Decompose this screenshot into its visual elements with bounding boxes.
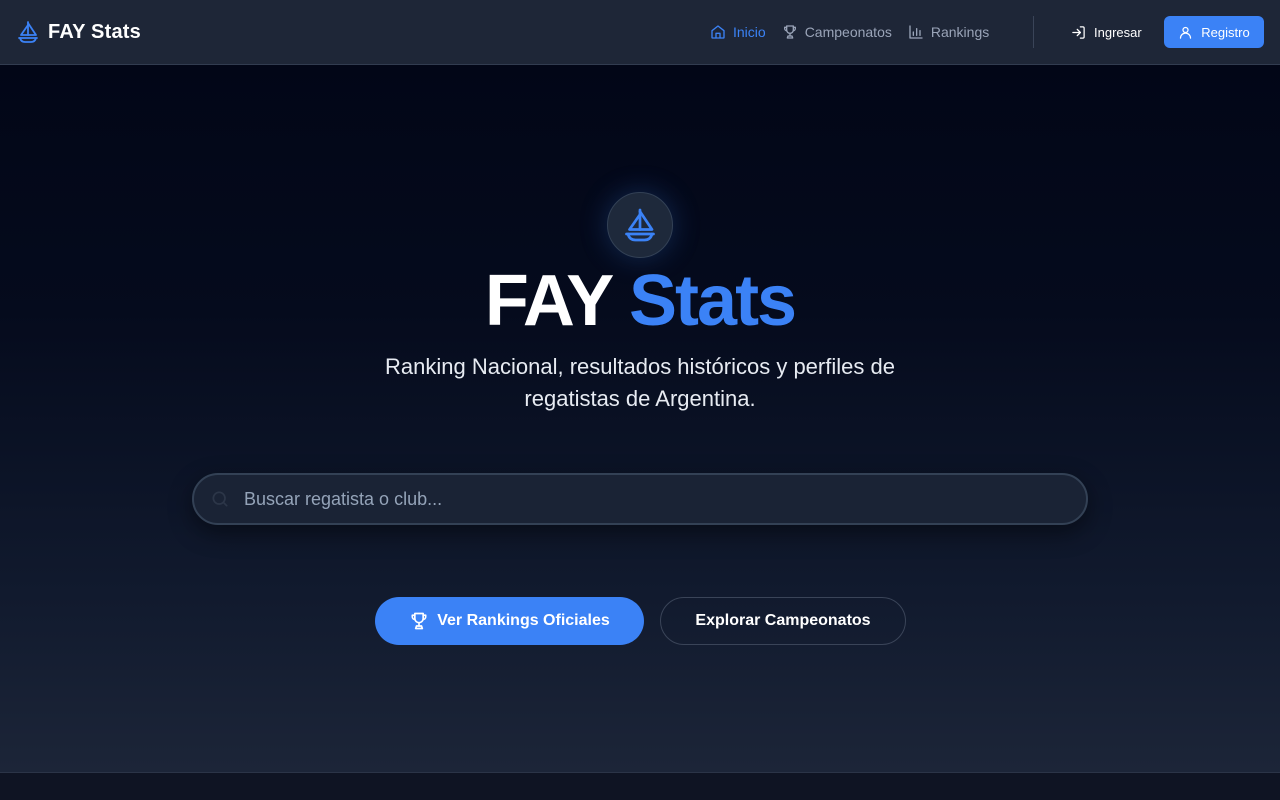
- nav-item-inicio[interactable]: Inicio: [710, 24, 766, 40]
- nav-item-rankings[interactable]: Rankings: [908, 24, 989, 40]
- explore-championships-label: Explorar Campeonatos: [695, 612, 871, 629]
- nav-item-label: Campeonatos: [804, 24, 892, 40]
- search-icon: [212, 491, 228, 507]
- home-icon: [711, 25, 725, 39]
- explore-championships-button[interactable]: Explorar Campeonatos: [660, 597, 906, 645]
- login-label: Ingresar: [1094, 24, 1142, 40]
- main-nav: Inicio Campeonatos Rankings: [710, 20, 989, 44]
- trophy-icon: [411, 612, 427, 630]
- nav-item-campeonatos[interactable]: Campeonatos: [782, 24, 892, 40]
- brand-logo-link[interactable]: FAY Stats: [16, 19, 141, 45]
- login-icon: [1072, 25, 1085, 39]
- nav-divider: [1033, 16, 1034, 48]
- top-navbar: FAY Stats Inicio Campeonatos Rankings In…: [0, 0, 1280, 65]
- login-button[interactable]: Ingresar: [1062, 16, 1151, 48]
- sailboat-icon: [18, 21, 38, 43]
- hero-title: FAY Stats: [0, 261, 1280, 341]
- view-rankings-button[interactable]: Ver Rankings Oficiales: [375, 597, 644, 645]
- hero-logo-badge: [607, 192, 673, 258]
- hero-title-part1: FAY: [484, 261, 613, 341]
- register-button[interactable]: Registro: [1164, 16, 1264, 48]
- nav-item-label: Inicio: [733, 24, 766, 40]
- user-icon: [1180, 26, 1192, 39]
- search-bar: [192, 473, 1088, 525]
- nav-item-label: Rankings: [930, 24, 990, 40]
- hero-title-part2: Stats: [629, 261, 797, 341]
- hero-section: FAY Stats Ranking Nacional, resultados h…: [0, 65, 1280, 773]
- register-label: Registro: [1201, 24, 1250, 40]
- view-rankings-label: Ver Rankings Oficiales: [437, 612, 610, 629]
- sailboat-icon: [625, 208, 655, 242]
- hero-subtitle: Ranking Nacional, resultados históricos …: [385, 354, 895, 411]
- trophy-icon: [783, 25, 796, 39]
- search-input[interactable]: [244, 475, 1086, 523]
- brand-name: FAY Stats: [48, 20, 141, 43]
- bar-chart-icon: [909, 25, 923, 39]
